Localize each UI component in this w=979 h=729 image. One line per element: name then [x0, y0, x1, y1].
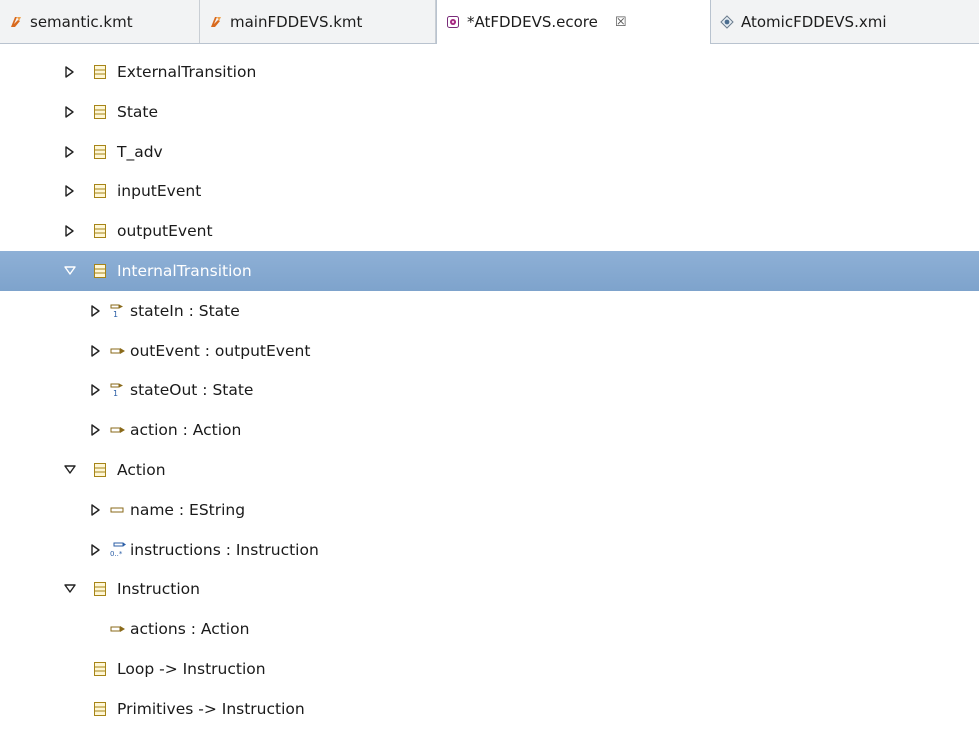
tab-main-fddevs-kmt[interactable]: mainFDDEVS.kmt — [200, 0, 436, 43]
tree-item-label: outputEvent — [117, 222, 213, 240]
tree-item[interactable]: T_adv — [0, 132, 979, 172]
ereference-icon — [110, 343, 125, 359]
tree-item-label: State — [117, 103, 159, 121]
collapsed-arrow-icon[interactable] — [89, 304, 103, 318]
tree-item[interactable]: 1 stateOut : State — [0, 370, 979, 410]
tree-item-label: Instruction — [117, 580, 200, 598]
collapsed-arrow-icon[interactable] — [63, 224, 77, 238]
tree-item[interactable]: Loop -> Instruction — [0, 649, 979, 689]
tab-semantic-kmt[interactable]: semantic.kmt — [0, 0, 200, 43]
eclass-icon — [93, 701, 107, 717]
eclass-icon — [93, 661, 107, 677]
eclass-icon — [93, 104, 107, 120]
collapsed-arrow-icon[interactable] — [63, 184, 77, 198]
ereference-many-icon: 0..* — [110, 542, 126, 558]
tree-item-label: InternalTransition — [117, 262, 252, 280]
svg-text:0..*: 0..* — [110, 550, 123, 558]
ecore-file-icon — [446, 15, 460, 29]
expanded-arrow-icon[interactable] — [63, 582, 77, 596]
svg-text:1: 1 — [113, 389, 118, 398]
tab-atfddevs-ecore[interactable]: *AtFDDEVS.ecore ☒ — [436, 0, 711, 44]
eclass-icon — [93, 263, 107, 279]
tab-label: semantic.kmt — [30, 12, 133, 31]
tree-item-label: inputEvent — [117, 182, 202, 200]
tree-item[interactable]: Action — [0, 450, 979, 490]
xmi-file-icon — [720, 14, 734, 29]
ereference-single-icon: 1 — [110, 303, 124, 319]
tab-label: *AtFDDEVS.ecore — [467, 13, 598, 31]
expanded-arrow-icon[interactable] — [63, 463, 77, 477]
tree-item[interactable]: InternalTransition — [0, 251, 979, 291]
kmt-file-icon — [209, 15, 223, 29]
ereference-icon — [110, 621, 125, 637]
tree-item[interactable]: actions : Action — [0, 609, 979, 649]
tree-item-label: ExternalTransition — [117, 63, 257, 81]
tree-item[interactable]: outEvent : outputEvent — [0, 331, 979, 371]
tree-item-label: outEvent : outputEvent — [130, 342, 311, 360]
collapsed-arrow-icon[interactable] — [89, 344, 103, 358]
editor-tab-bar: semantic.kmt mainFDDEVS.kmt *AtFDDEVS.ec… — [0, 0, 979, 44]
expanded-arrow-icon[interactable] — [63, 264, 77, 278]
tree-item[interactable]: ExternalTransition — [0, 52, 979, 92]
ereference-single-icon: 1 — [110, 382, 124, 398]
eclass-icon — [93, 144, 107, 160]
eclass-icon — [93, 183, 107, 199]
tree-item-label: stateIn : State — [130, 302, 240, 320]
eattribute-icon — [110, 502, 124, 518]
tree-item[interactable]: Instruction — [0, 569, 979, 609]
tree-item-label: Action — [117, 461, 166, 479]
collapsed-arrow-icon[interactable] — [89, 423, 103, 437]
tree-item-label: T_adv — [117, 143, 163, 161]
tree-item[interactable]: Primitives -> Instruction — [0, 689, 979, 729]
tab-atomic-fddevs-xmi[interactable]: AtomicFDDEVS.xmi — [711, 0, 979, 43]
collapsed-arrow-icon[interactable] — [89, 543, 103, 557]
collapsed-arrow-icon[interactable] — [89, 383, 103, 397]
tab-label: mainFDDEVS.kmt — [230, 12, 363, 31]
tree-item-label: name : EString — [130, 501, 246, 519]
eclass-icon — [93, 462, 107, 478]
tree-item-label: Loop -> Instruction — [117, 660, 266, 678]
eclass-icon — [93, 64, 107, 80]
eclass-icon — [93, 581, 107, 597]
svg-text:1: 1 — [113, 310, 118, 319]
tree-item[interactable]: State — [0, 92, 979, 132]
tab-label: AtomicFDDEVS.xmi — [741, 12, 887, 31]
tree-item-label: action : Action — [130, 421, 242, 439]
collapsed-arrow-icon[interactable] — [63, 65, 77, 79]
tree-item[interactable]: action : Action — [0, 410, 979, 450]
kmt-file-icon — [9, 15, 23, 29]
tree-item-label: actions : Action — [130, 620, 250, 638]
tree-item[interactable]: 1 stateIn : State — [0, 291, 979, 331]
tree-item[interactable]: name : EString — [0, 490, 979, 530]
collapsed-arrow-icon[interactable] — [89, 503, 103, 517]
tree-item-label: stateOut : State — [130, 381, 254, 399]
tree-item-label: instructions : Instruction — [130, 541, 319, 559]
collapsed-arrow-icon[interactable] — [63, 145, 77, 159]
ereference-icon — [110, 422, 125, 438]
collapsed-arrow-icon[interactable] — [63, 105, 77, 119]
tree-item-label: Primitives -> Instruction — [117, 700, 305, 718]
tree-item[interactable]: 0..* instructions : Instruction — [0, 530, 979, 570]
close-tab-button[interactable]: ☒ — [615, 15, 627, 30]
tree-item[interactable]: outputEvent — [0, 211, 979, 251]
eclass-icon — [93, 223, 107, 239]
tree-item[interactable]: inputEvent — [0, 171, 979, 211]
